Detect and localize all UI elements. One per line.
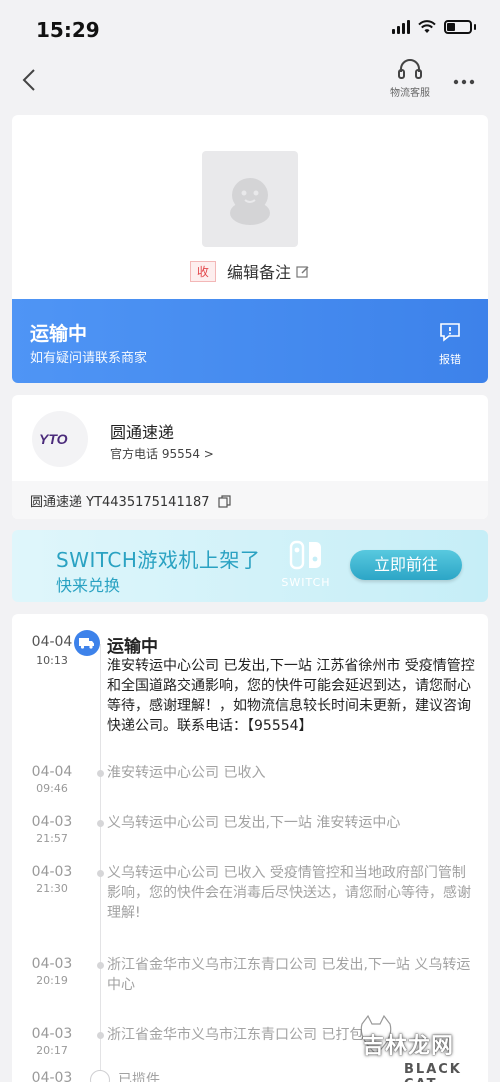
event-text: 淮安转运中心公司 已收入: [107, 765, 266, 781]
edit-icon: [296, 266, 309, 278]
timeline-dot: [97, 870, 104, 877]
tracking-number: 圆通速递 YT4435175141187: [30, 495, 210, 510]
timeline-dot: [97, 1032, 104, 1039]
tracking-row: 圆通速递 YT4435175141187: [12, 481, 488, 519]
customer-service-button[interactable]: 物流客服: [384, 58, 436, 104]
status-icons: [392, 20, 476, 34]
event-date: 04-03: [31, 956, 73, 972]
switch-logo-text: SWITCH: [281, 576, 331, 589]
event-text: 淮安转运中心公司 已发出,下一站 江苏省徐州市 受疫情管控和全国道路交通影响，您…: [107, 658, 475, 734]
battery-icon: [444, 20, 472, 34]
banner-subtitle: 快来兑换: [56, 576, 121, 595]
more-dots-icon: [453, 79, 475, 85]
report-error-label: 报错: [439, 353, 461, 366]
copy-icon[interactable]: [218, 495, 231, 508]
event-time: 21:30: [36, 882, 68, 895]
event-text: 义乌转运中心公司 已发出,下一站 淮安转运中心: [107, 815, 401, 831]
courier-card: YTO 圆通速递 官方电话 95554 > 圆通速递 YT44351751411…: [12, 395, 488, 519]
event-date: 04-03: [31, 864, 73, 880]
event-time: 20:19: [36, 974, 68, 987]
report-icon: [440, 323, 460, 342]
edit-note-button[interactable]: 编辑备注: [227, 263, 310, 282]
shipping-status-subtitle: 如有疑问请联系商家: [30, 351, 148, 366]
product-thumbnail[interactable]: [202, 151, 298, 247]
chevron-left-icon: [22, 69, 35, 91]
watermark-brand: BLACK CAT: [404, 1062, 462, 1082]
note-row: 收 编辑备注: [12, 259, 488, 283]
back-button[interactable]: [16, 66, 44, 94]
wifi-icon: [418, 20, 436, 33]
timeline-dot: [97, 820, 104, 827]
shipping-status-title: 运输中: [30, 323, 88, 345]
courier-phone-link[interactable]: 官方电话 95554 >: [110, 445, 214, 462]
status-bar: 15:29: [0, 0, 500, 58]
placeholder-mascot-icon: [230, 178, 270, 225]
timeline-dot: [97, 770, 104, 777]
event-date: 04-03: [31, 1026, 73, 1042]
shipping-status-band: 运输中 如有疑问请联系商家 报错: [12, 299, 488, 383]
headset-icon: [398, 59, 422, 79]
truck-icon: [74, 630, 100, 656]
event-time: 09:46: [36, 782, 68, 795]
watermark-site: 吉林龙网: [362, 1034, 455, 1059]
nav-bar: 物流客服: [0, 58, 500, 108]
report-error-button[interactable]: 报错: [430, 321, 470, 367]
banner-title: SWITCH游戏机上架了: [56, 548, 261, 572]
signal-icon: [392, 20, 410, 34]
event-time: 10:13: [36, 654, 68, 667]
event-date: 04-03: [31, 814, 73, 830]
timeline-end-dot: [90, 1070, 110, 1082]
event-date: 04-03: [31, 1070, 73, 1082]
switch-logo: SWITCH: [278, 540, 334, 589]
yto-logo-icon: YTO: [39, 431, 68, 447]
courier-logo: YTO: [32, 411, 88, 467]
yto-logo-text: YTO: [39, 431, 68, 447]
order-status-card: 收 编辑备注 运输中 如有疑问请联系商家 报错: [12, 115, 488, 383]
switch-console-icon: [289, 540, 321, 570]
more-button[interactable]: [450, 68, 478, 92]
courier-name: 圆通速递: [110, 423, 175, 442]
go-now-button[interactable]: 立即前往: [350, 550, 462, 580]
battery-tip: [474, 24, 476, 30]
timeline-dot: [97, 962, 104, 969]
event-text: 义乌转运中心公司 已收入 受疫情管控和当地政府部门管制影响，您的快件会在消毒后尽…: [107, 865, 471, 921]
event-time: 21:57: [36, 832, 68, 845]
watermark: 吉林龙网 BLACK CAT: [348, 1006, 498, 1082]
customer-service-label: 物流客服: [390, 88, 430, 99]
event-text: 浙江省金华市义乌市江东青口公司 已发出,下一站 义乌转运中心: [107, 957, 471, 993]
event-time: 20:17: [36, 1044, 68, 1057]
edit-note-label: 编辑备注: [227, 263, 292, 282]
event-status: 运输中: [107, 637, 158, 657]
timeline-line: [100, 644, 101, 1082]
event-date: 04-04: [31, 634, 73, 650]
receive-badge: 收: [189, 261, 216, 282]
event-date: 04-04: [31, 764, 73, 780]
status-time: 15:29: [36, 18, 100, 42]
promo-banner[interactable]: SWITCH游戏机上架了 快来兑换 SWITCH 立即前往: [12, 530, 488, 602]
